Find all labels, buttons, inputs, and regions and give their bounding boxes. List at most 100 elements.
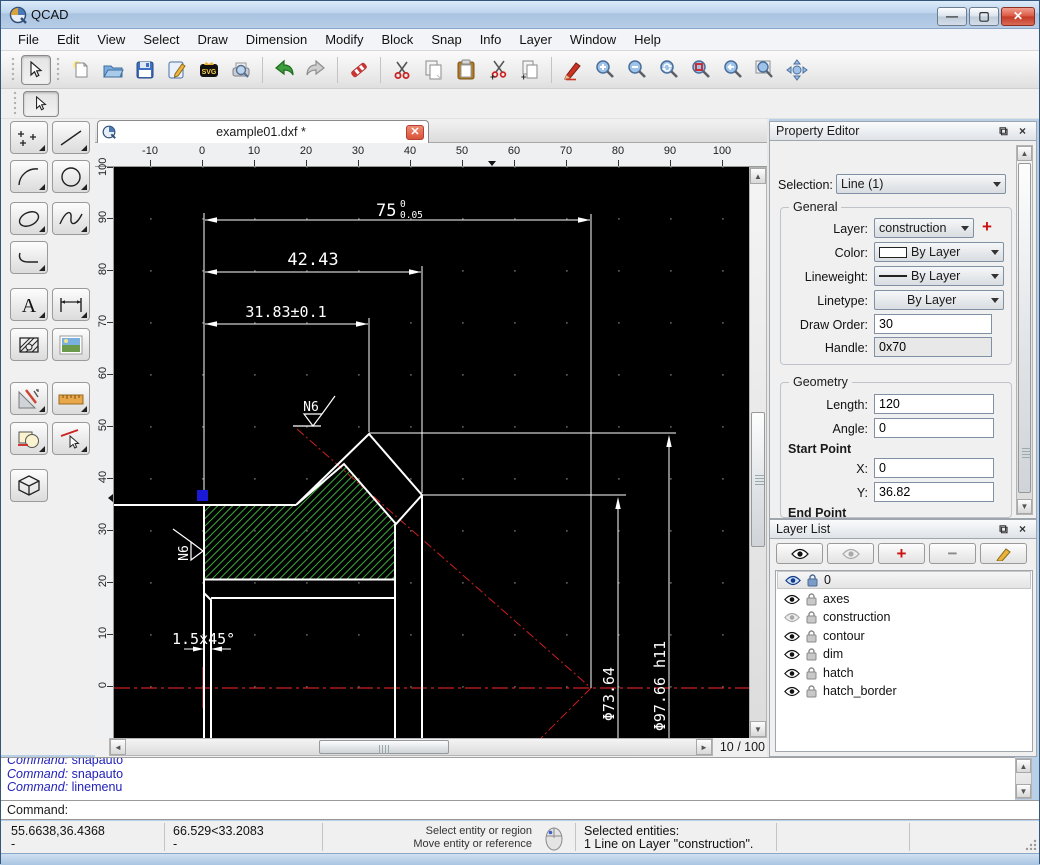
menu-snap[interactable]: Snap — [422, 30, 470, 49]
viewport-hscrollbar[interactable]: ◄ ► — [109, 738, 713, 756]
scroll-up-icon[interactable]: ▲ — [1017, 146, 1032, 161]
start-y-input[interactable] — [874, 482, 994, 502]
lineweight-combo[interactable]: By Layer — [874, 266, 1004, 286]
block-tools-button[interactable] — [10, 469, 48, 502]
menu-layer[interactable]: Layer — [510, 30, 561, 49]
resize-grip[interactable] — [1025, 839, 1037, 851]
back-to-selection-button[interactable] — [23, 91, 59, 117]
menu-view[interactable]: View — [88, 30, 134, 49]
pan-button[interactable] — [782, 55, 812, 85]
scroll-down-icon[interactable]: ▼ — [1016, 784, 1031, 798]
menu-draw[interactable]: Draw — [188, 30, 236, 49]
menu-edit[interactable]: Edit — [48, 30, 88, 49]
maximize-button[interactable]: ▢ — [969, 7, 999, 26]
document-tab[interactable]: example01.dxf * ✕ — [97, 120, 429, 143]
history-scrollbar[interactable]: ▲ ▼ — [1015, 758, 1032, 799]
menu-window[interactable]: Window — [561, 30, 625, 49]
dimension-tools-button[interactable] — [52, 288, 90, 321]
viewport-vscrollbar[interactable]: ▲ ▼ — [749, 167, 767, 738]
auto-zoom-button[interactable] — [654, 55, 684, 85]
command-prompt[interactable]: Command: — [1, 800, 1039, 820]
length-input[interactable] — [874, 394, 994, 414]
previous-view-button[interactable] — [718, 55, 748, 85]
scroll-down-icon[interactable]: ▼ — [750, 721, 766, 737]
menu-dimension[interactable]: Dimension — [237, 30, 316, 49]
spline-tools-button[interactable] — [52, 202, 90, 235]
point-tools-button[interactable] — [10, 121, 48, 154]
close-panel-icon[interactable]: × — [1015, 124, 1030, 138]
polyline-tools-button[interactable] — [10, 241, 48, 274]
arc-tools-button[interactable] — [10, 160, 48, 193]
undo-button[interactable] — [269, 55, 299, 85]
layer-row-dim[interactable]: dim — [777, 645, 1031, 663]
title-bar[interactable]: QCAD — ▢ ✕ — [1, 1, 1039, 29]
copy-with-reference-button[interactable]: + — [515, 55, 545, 85]
menu-info[interactable]: Info — [471, 30, 511, 49]
new-file-button[interactable] — [66, 55, 96, 85]
draw-pencil-button[interactable] — [558, 55, 588, 85]
edit-preferences-button[interactable] — [162, 55, 192, 85]
draworder-input[interactable] — [874, 314, 992, 334]
layer-combo[interactable]: construction — [874, 218, 974, 238]
layer-row-hatch-border[interactable]: hatch_border — [777, 682, 1031, 700]
misc-tools-button[interactable] — [10, 382, 48, 415]
close-panel-icon[interactable]: × — [1015, 522, 1030, 536]
drawing-viewport[interactable]: 75 0 0.05 42.43 31.83±0.1 1.5x45° Φ73.64… — [114, 167, 749, 738]
open-file-button[interactable] — [98, 55, 128, 85]
paste-button[interactable] — [451, 55, 481, 85]
edit-layer-button[interactable] — [980, 543, 1027, 564]
modify-tools-button[interactable] — [10, 422, 48, 455]
scroll-right-icon[interactable]: ► — [696, 739, 712, 755]
selection-handle[interactable] — [197, 490, 208, 501]
select-tool-button[interactable] — [21, 55, 51, 85]
zoom-to-selection-button[interactable] — [686, 55, 716, 85]
modify-trim-button[interactable] — [52, 422, 90, 455]
scroll-up-icon[interactable]: ▲ — [1016, 759, 1031, 773]
start-x-input[interactable] — [874, 458, 994, 478]
hatch-tools-button[interactable] — [10, 328, 48, 361]
layer-row-axes[interactable]: axes — [777, 590, 1031, 608]
scroll-left-icon[interactable]: ◄ — [110, 739, 126, 755]
hide-all-layers-button[interactable] — [827, 543, 874, 564]
menu-help[interactable]: Help — [625, 30, 670, 49]
vscroll-thumb[interactable] — [751, 412, 765, 547]
add-layer-button[interactable]: + — [982, 217, 992, 237]
panel-scroll-thumb[interactable] — [1018, 163, 1031, 493]
menu-file[interactable]: File — [9, 30, 48, 49]
scroll-down-icon[interactable]: ▼ — [1017, 499, 1032, 514]
close-button[interactable]: ✕ — [1001, 7, 1035, 26]
remove-layer-button[interactable]: − — [929, 543, 976, 564]
delete-button[interactable] — [344, 55, 374, 85]
hscroll-thumb[interactable] — [319, 740, 449, 754]
minimize-button[interactable]: — — [937, 7, 967, 26]
layer-list-titlebar[interactable]: Layer List ⧉ × — [769, 519, 1037, 539]
svg-export-button[interactable]: SVG — [194, 55, 224, 85]
property-editor-titlebar[interactable]: Property Editor ⧉ × — [769, 121, 1037, 141]
selection-combo[interactable]: Line (1) — [836, 174, 1006, 194]
command-history[interactable]: Command: snapauto Command: snapauto Comm… — [1, 757, 1015, 800]
menu-block[interactable]: Block — [373, 30, 423, 49]
cut-with-reference-button[interactable]: + — [483, 55, 513, 85]
measure-tools-button[interactable] — [52, 382, 90, 415]
scroll-up-icon[interactable]: ▲ — [750, 168, 766, 184]
float-panel-icon[interactable]: ⧉ — [996, 522, 1011, 536]
save-button[interactable] — [130, 55, 160, 85]
copy-button[interactable] — [419, 55, 449, 85]
angle-input[interactable] — [874, 418, 994, 438]
color-combo[interactable]: By Layer — [874, 242, 1004, 262]
tab-close-button[interactable]: ✕ — [406, 125, 424, 140]
cut-button[interactable] — [387, 55, 417, 85]
text-tools-button[interactable]: A — [10, 288, 48, 321]
zoom-out-button[interactable] — [622, 55, 652, 85]
zoom-in-button[interactable] — [590, 55, 620, 85]
menu-select[interactable]: Select — [134, 30, 188, 49]
zoom-window-button[interactable] — [750, 55, 780, 85]
layer-row-construction[interactable]: construction — [777, 608, 1031, 626]
linetype-combo[interactable]: By Layer — [874, 290, 1004, 310]
layer-row-contour[interactable]: contour — [777, 627, 1031, 645]
ellipse-tools-button[interactable] — [10, 202, 48, 235]
property-editor-scrollbar[interactable]: ▲ ▼ — [1016, 145, 1033, 515]
print-preview-button[interactable] — [226, 55, 256, 85]
redo-button[interactable] — [301, 55, 331, 85]
image-tools-button[interactable] — [52, 328, 90, 361]
